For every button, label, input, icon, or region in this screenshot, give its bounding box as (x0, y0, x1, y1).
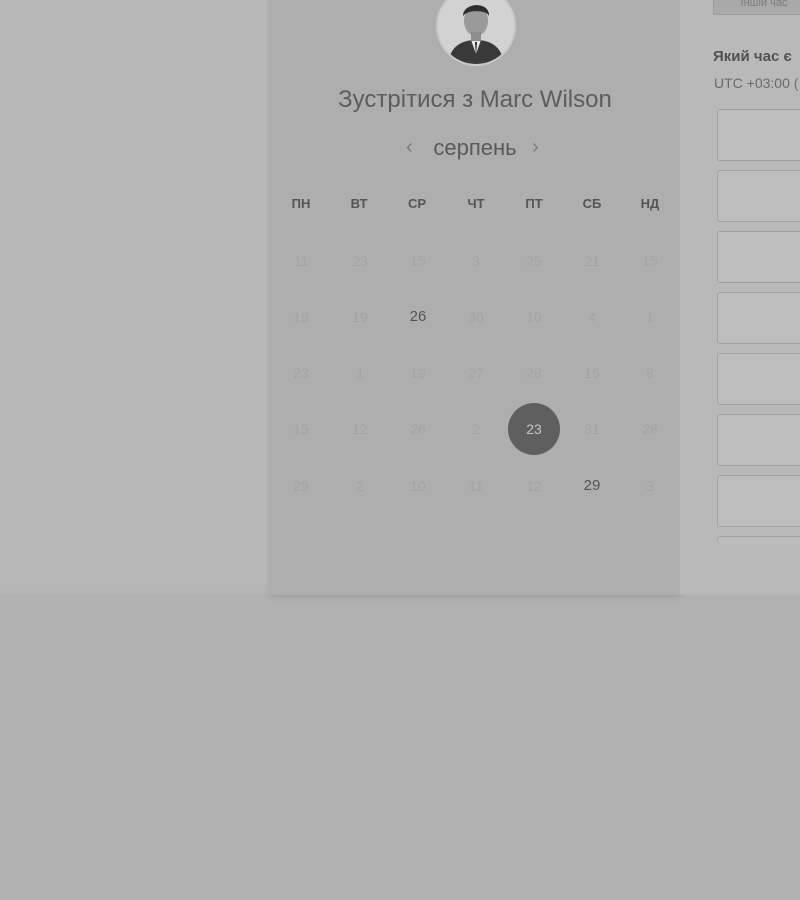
calendar-day: 11 (293, 253, 309, 269)
time-slot-button[interactable] (717, 475, 800, 527)
calendar-day: 3 (646, 478, 654, 494)
calendar-day: 19 (293, 309, 309, 325)
calendar-day: 3 (472, 253, 480, 269)
calendar-day: 21 (584, 253, 600, 269)
calendar-day[interactable]: 29 (566, 460, 618, 512)
timezone-label: UTC +03:00 ( (714, 75, 799, 91)
time-slot-button[interactable] (717, 292, 800, 344)
calendar-day: 2 (356, 478, 364, 494)
calendar-day: 10 (410, 478, 426, 494)
time-question: Який час є (713, 48, 792, 65)
calendar-day: 28 (642, 421, 658, 437)
calendar-day: 26 (410, 421, 426, 437)
calendar-day: 15 (410, 253, 426, 269)
time-slot-button[interactable] (717, 536, 800, 543)
timezone-button[interactable]: Іншій час (713, 0, 800, 15)
calendar-day: 15 (642, 253, 658, 269)
calendar-day: 25 (526, 253, 542, 269)
calendar-day-grid: 11 23 15 3 25 21 15 19 19 26 30 10 4 1 23 1 19 27 28 15 8 15 1… (270, 0, 680, 600)
calendar-day: 10 (526, 309, 542, 325)
calendar-day: 19 (410, 365, 426, 381)
time-slot-button[interactable] (717, 170, 800, 222)
time-slot-button[interactable] (717, 353, 800, 405)
calendar-day: 28 (526, 365, 542, 381)
calendar-day: 11 (468, 478, 484, 494)
calendar-day: 1 (356, 365, 364, 381)
calendar-day: 31 (584, 421, 600, 437)
calendar-day: 23 (352, 253, 368, 269)
time-slot-button[interactable] (717, 414, 800, 466)
calendar-day: 29 (293, 478, 309, 494)
calendar-day: 15 (584, 365, 600, 381)
time-slot-button[interactable] (717, 109, 800, 161)
calendar-day: 2 (472, 421, 480, 437)
calendar-day: 15 (293, 421, 309, 437)
calendar-day: 1 (646, 309, 654, 325)
calendar-day: 4 (588, 309, 596, 325)
calendar-day: 19 (352, 309, 368, 325)
calendar-day: 30 (468, 309, 484, 325)
time-slot-button[interactable] (717, 231, 800, 283)
calendar-day[interactable]: 26 (392, 291, 444, 343)
calendar-day: 12 (352, 421, 368, 437)
calendar-day-selected[interactable]: 23 (508, 403, 560, 455)
calendar-day: 23 (293, 365, 309, 381)
calendar-day: 27 (468, 365, 484, 381)
calendar-day: 12 (526, 478, 542, 494)
calendar-day: 8 (646, 365, 654, 381)
